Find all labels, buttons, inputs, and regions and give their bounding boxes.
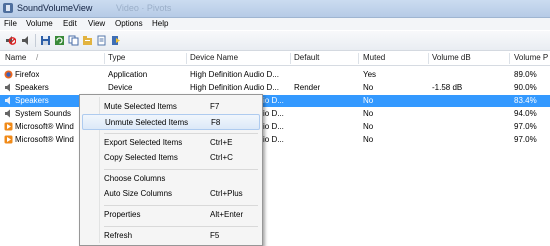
speaker-icon bbox=[5, 96, 10, 105]
toolbar bbox=[0, 31, 550, 51]
menu-view[interactable]: View bbox=[88, 18, 105, 30]
cell-device-name: io D... bbox=[263, 135, 284, 144]
unmute-icon[interactable] bbox=[20, 35, 31, 46]
cell-volume-percent: 83.4% bbox=[514, 96, 537, 105]
title-bar: SoundVolumeView Video · Pivots bbox=[0, 0, 550, 18]
sort-indicator-icon: / bbox=[36, 53, 39, 62]
cell-muted: Yes bbox=[363, 70, 377, 79]
cell-name: Speakers bbox=[15, 96, 49, 105]
cell-device-name: io D... bbox=[263, 109, 284, 118]
menu-item-copy-selected[interactable]: Copy Selected Items Ctrl+C bbox=[82, 150, 260, 166]
cell-type: Device bbox=[108, 83, 133, 92]
cell-name: Firefox bbox=[15, 70, 40, 79]
cell-volume-percent: 90.0% bbox=[514, 83, 537, 92]
column-header-muted[interactable]: Muted bbox=[363, 51, 385, 65]
html-report-icon[interactable] bbox=[96, 35, 107, 46]
cell-name: System Sounds bbox=[15, 109, 72, 118]
refresh-icon[interactable] bbox=[54, 35, 65, 46]
cell-device-name: io D... bbox=[263, 122, 284, 131]
cell-volume-percent: 97.0% bbox=[514, 135, 537, 144]
context-menu: Mute Selected Items F7 Unmute Selected I… bbox=[79, 94, 263, 246]
table-row[interactable]: Speakers Device High Definition Audio D.… bbox=[0, 82, 550, 94]
cell-name: Microsoft® Wind bbox=[15, 135, 74, 144]
cell-device-name: io D... bbox=[263, 96, 284, 105]
menu-item-unmute-selected[interactable]: Unmute Selected Items F8 bbox=[82, 114, 260, 130]
column-header-name[interactable]: Name bbox=[5, 51, 26, 65]
save-icon[interactable] bbox=[40, 35, 51, 46]
column-header-volume-percent[interactable]: Volume P bbox=[514, 51, 548, 65]
cell-muted: No bbox=[363, 135, 374, 144]
properties-icon[interactable] bbox=[82, 35, 93, 46]
menu-volume[interactable]: Volume bbox=[26, 18, 53, 30]
menu-help[interactable]: Help bbox=[152, 18, 168, 30]
cell-name: Microsoft® Wind bbox=[15, 122, 74, 131]
window-title: SoundVolumeView bbox=[17, 3, 93, 13]
column-header-type[interactable]: Type bbox=[108, 51, 125, 65]
cell-device-name: High Definition Audio D... bbox=[190, 83, 279, 92]
media-player-icon bbox=[4, 135, 13, 144]
menu-item-mute-selected[interactable]: Mute Selected Items F7 bbox=[82, 99, 260, 115]
speaker-icon bbox=[5, 109, 10, 118]
menu-edit[interactable]: Edit bbox=[63, 18, 77, 30]
exit-icon[interactable] bbox=[110, 35, 121, 46]
cell-type: Application bbox=[108, 70, 148, 79]
menu-item-auto-size-columns[interactable]: Auto Size Columns Ctrl+Plus bbox=[82, 186, 260, 202]
menu-item-choose-columns[interactable]: Choose Columns bbox=[82, 171, 260, 187]
media-player-icon bbox=[4, 122, 13, 131]
copy-icon[interactable] bbox=[68, 35, 79, 46]
column-header-default[interactable]: Default bbox=[294, 51, 319, 65]
firefox-icon bbox=[4, 70, 13, 79]
menu-bar: File Volume Edit View Options Help bbox=[0, 18, 550, 30]
table-row[interactable]: Firefox Application High Definition Audi… bbox=[0, 69, 550, 81]
app-icon bbox=[3, 3, 13, 13]
cell-name: Speakers bbox=[15, 83, 49, 92]
column-header: Name / Type Device Name Default Muted Vo… bbox=[0, 51, 550, 66]
menu-item-properties[interactable]: Properties Alt+Enter bbox=[82, 207, 260, 223]
cell-muted: No bbox=[363, 122, 374, 131]
column-header-device-name[interactable]: Device Name bbox=[190, 51, 238, 65]
cell-volume-percent: 89.0% bbox=[514, 70, 537, 79]
cell-device-name: High Definition Audio D... bbox=[190, 70, 279, 79]
column-header-volume-db[interactable]: Volume dB bbox=[432, 51, 471, 65]
menu-options[interactable]: Options bbox=[115, 18, 143, 30]
menu-file[interactable]: File bbox=[4, 18, 17, 30]
mute-icon[interactable] bbox=[5, 35, 16, 46]
cell-default: Render bbox=[294, 83, 321, 92]
cell-muted: No bbox=[363, 96, 374, 105]
cell-volume-percent: 94.0% bbox=[514, 109, 537, 118]
cell-volume-db: -1.58 dB bbox=[432, 83, 463, 92]
background-window-title: Video · Pivots bbox=[116, 3, 172, 13]
cell-muted: No bbox=[363, 109, 374, 118]
cell-muted: No bbox=[363, 83, 374, 92]
menu-item-export-selected[interactable]: Export Selected Items Ctrl+E bbox=[82, 135, 260, 151]
speaker-icon bbox=[5, 83, 10, 92]
menu-item-refresh[interactable]: Refresh F5 bbox=[82, 228, 260, 244]
cell-volume-percent: 97.0% bbox=[514, 122, 537, 131]
